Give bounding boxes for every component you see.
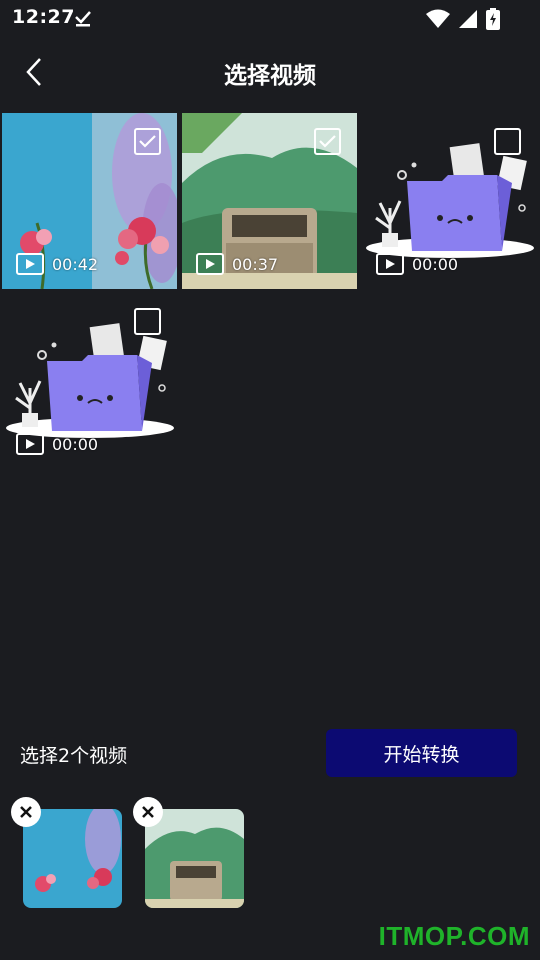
download-done-icon bbox=[73, 8, 93, 32]
video-play-icon bbox=[16, 253, 44, 275]
battery-charging-icon bbox=[486, 8, 500, 34]
status-time: 12:27 bbox=[12, 6, 75, 28]
video-play-icon bbox=[16, 433, 44, 455]
close-icon bbox=[142, 806, 154, 818]
video-thumbnail-truck bbox=[145, 809, 244, 908]
wifi-icon bbox=[426, 9, 450, 33]
selected-count-label: 选择2个视频 bbox=[20, 745, 128, 767]
signal-icon bbox=[458, 9, 478, 33]
video-play-icon bbox=[196, 253, 224, 275]
remove-selected-button[interactable] bbox=[11, 797, 41, 827]
selection-checkbox[interactable] bbox=[134, 308, 161, 335]
page-title: 选择视频 bbox=[224, 63, 316, 89]
video-meta: 00:42 bbox=[16, 253, 98, 275]
start-conversion-button[interactable]: 开始转换 bbox=[326, 729, 517, 777]
video-meta: 00:00 bbox=[376, 253, 458, 275]
app-bar: 选择视频 bbox=[0, 44, 540, 102]
video-duration: 00:00 bbox=[52, 434, 99, 454]
watermark: ITMOP.COM bbox=[378, 921, 530, 951]
video-tile[interactable]: 00:42 bbox=[2, 113, 177, 289]
selected-video-thumb[interactable] bbox=[145, 809, 244, 908]
remove-selected-button[interactable] bbox=[133, 797, 163, 827]
close-icon bbox=[20, 806, 32, 818]
video-meta: 00:37 bbox=[196, 253, 278, 275]
selection-checkbox[interactable] bbox=[314, 128, 341, 155]
video-tile[interactable]: 00:37 bbox=[182, 113, 357, 289]
video-play-icon bbox=[376, 253, 404, 275]
video-tile[interactable]: 00:00 bbox=[2, 293, 177, 469]
video-tile[interactable]: 00:00 bbox=[362, 113, 537, 289]
selected-video-thumb[interactable] bbox=[23, 809, 122, 908]
video-duration: 00:00 bbox=[412, 254, 459, 274]
video-duration: 00:37 bbox=[232, 254, 279, 274]
status-bar: 12:27 bbox=[0, 0, 540, 36]
selection-checkbox[interactable] bbox=[494, 128, 521, 155]
video-thumbnail-flowers bbox=[23, 809, 122, 908]
selection-checkbox[interactable] bbox=[134, 128, 161, 155]
video-meta: 00:00 bbox=[16, 433, 98, 455]
video-duration: 00:42 bbox=[52, 254, 99, 274]
